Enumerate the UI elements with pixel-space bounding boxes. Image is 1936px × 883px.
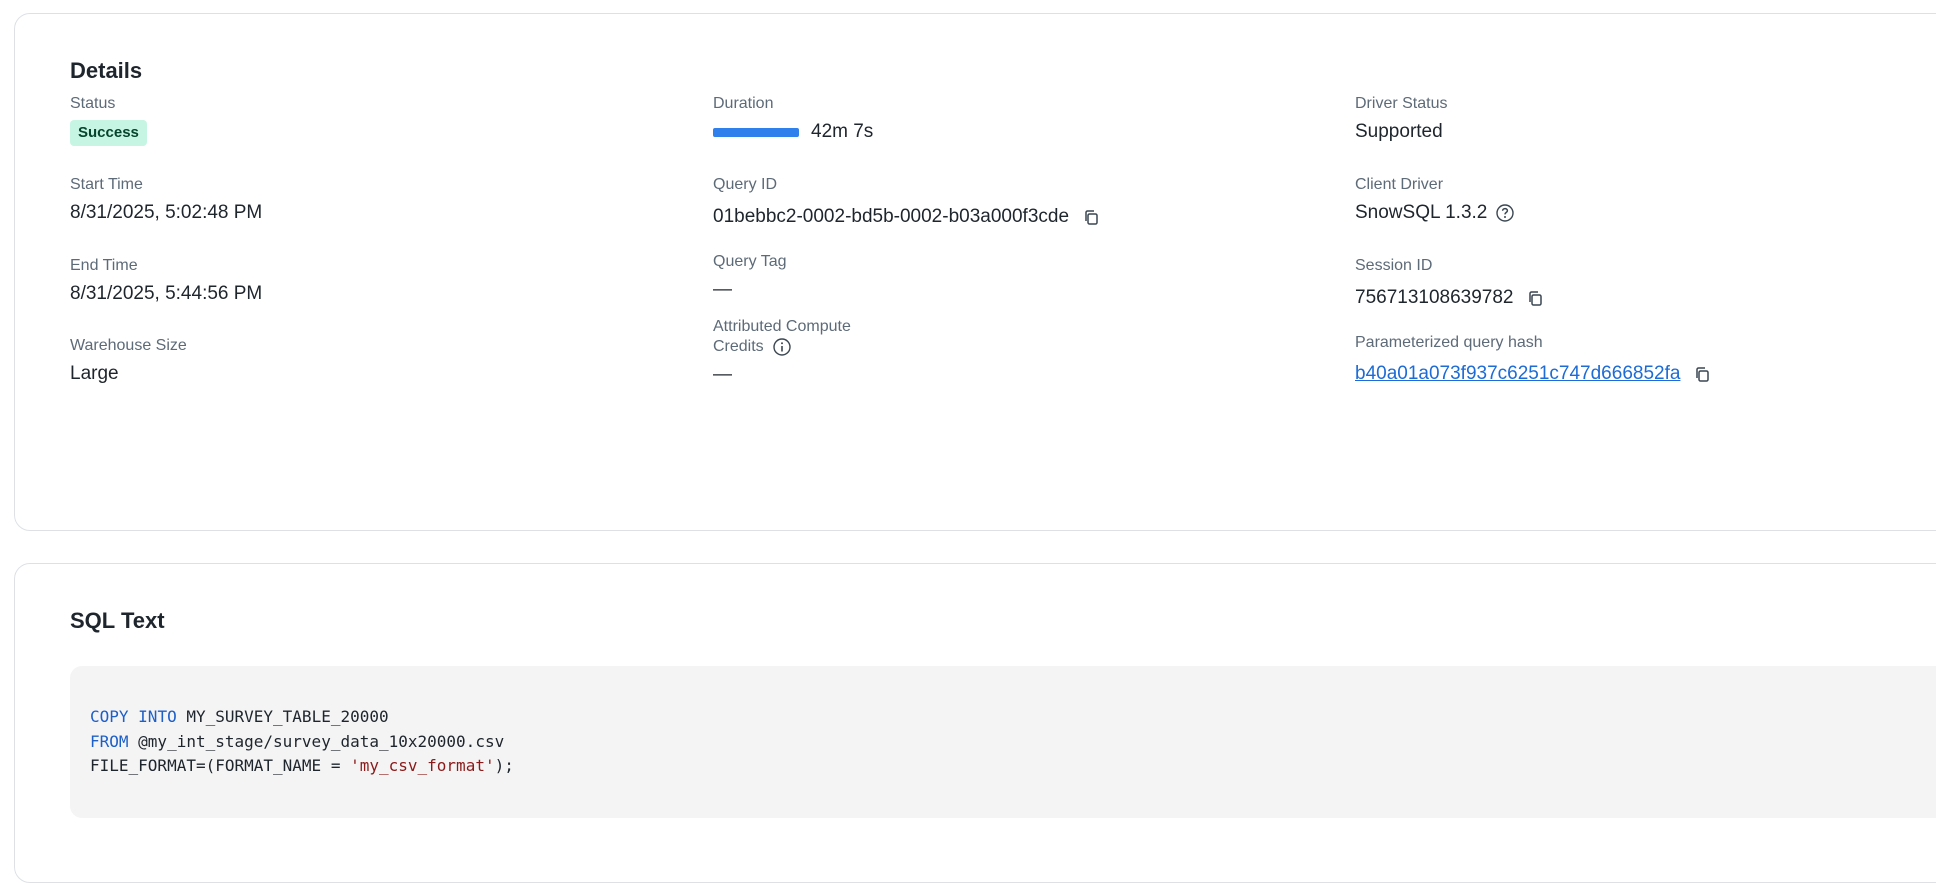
details-title: Details [70, 58, 143, 83]
attributed-credits-field: Attributed Compute Credits — [713, 317, 851, 387]
client-driver-value: SnowSQL 1.3.2 [1355, 202, 1488, 223]
details-card: Details Status Success Start Time 8/31/2… [14, 13, 1936, 531]
query-tag-value: — [713, 279, 732, 300]
driver-status-label: Driver Status [1355, 95, 1448, 112]
sql-code-block[interactable]: COPY INTO MY_SURVEY_TABLE_20000 FROM @my… [70, 666, 1936, 818]
start-time-value: 8/31/2025, 5:02:48 PM [70, 202, 263, 223]
query-id-label: Query ID [713, 176, 778, 193]
end-time-label: End Time [70, 257, 138, 274]
duration-field: Duration 42m 7s [713, 94, 873, 144]
session-id-label: Session ID [1355, 257, 1433, 274]
client-driver-label: Client Driver [1355, 176, 1444, 193]
sql-line-3: FILE_FORMAT=(FORMAT_NAME = 'my_csv_forma… [90, 754, 1936, 779]
sql-line-2: FROM @my_int_stage/survey_data_10x20000.… [90, 730, 1936, 755]
session-id-value: 756713108639782 [1355, 287, 1514, 308]
sql-text: FILE_FORMAT=(FORMAT_NAME = [90, 756, 351, 775]
end-time-value: 8/31/2025, 5:44:56 PM [70, 283, 263, 304]
copy-icon[interactable] [1526, 288, 1546, 308]
session-id-field: Session ID 756713108639782 [1355, 256, 1546, 310]
sql-text: ); [494, 756, 514, 775]
param-hash-label: Parameterized query hash [1355, 334, 1543, 351]
start-time-label: Start Time [70, 176, 143, 193]
help-circle-icon[interactable] [1495, 203, 1515, 223]
start-time-field: Start Time 8/31/2025, 5:02:48 PM [70, 175, 262, 225]
warehouse-size-value: Large [70, 363, 119, 384]
duration-label: Duration [713, 95, 774, 112]
copy-icon[interactable] [1081, 207, 1101, 227]
query-id-value: 01bebbc2-0002-bd5b-0002-b03a000f3cde [713, 206, 1070, 227]
sql-title: SQL Text [70, 608, 165, 633]
sql-keyword: COPY [90, 707, 129, 726]
status-label: Status [70, 95, 116, 112]
warehouse-size-field: Warehouse Size Large [70, 336, 187, 386]
param-hash-field: Parameterized query hash b40a01a073f937c… [1355, 333, 1712, 386]
client-driver-field: Client Driver SnowSQL 1.3.2 [1355, 175, 1515, 225]
sql-line-1: COPY INTO MY_SURVEY_TABLE_20000 [90, 705, 1936, 730]
driver-status-value: Supported [1355, 121, 1443, 142]
sql-card: SQL Text COPY INTO MY_SURVEY_TABLE_20000… [14, 563, 1936, 883]
query-id-field: Query ID 01bebbc2-0002-bd5b-0002-b03a000… [713, 175, 1101, 229]
status-badge: Success [70, 120, 147, 146]
sql-text: @my_int_stage/survey_data_10x20000.csv [128, 731, 505, 751]
param-hash-link[interactable]: b40a01a073f937c6251c747d666852fa [1355, 362, 1680, 386]
sql-keyword: INTO [138, 707, 177, 726]
duration-bar [713, 127, 799, 137]
duration-value: 42m 7s [811, 121, 874, 142]
query-tag-field: Query Tag — [713, 252, 787, 302]
status-field: Status Success [70, 94, 147, 146]
attributed-credits-label-line1: Attributed Compute [713, 318, 851, 335]
attributed-credits-label-line2: Credits [713, 338, 764, 355]
attributed-credits-value: — [713, 364, 732, 385]
sql-text: MY_SURVEY_TABLE_20000 [176, 707, 389, 726]
warehouse-size-label: Warehouse Size [70, 337, 187, 354]
end-time-field: End Time 8/31/2025, 5:44:56 PM [70, 256, 262, 306]
query-tag-label: Query Tag [713, 253, 787, 270]
driver-status-field: Driver Status Supported [1355, 94, 1447, 144]
info-icon[interactable] [772, 337, 792, 357]
sql-keyword: FROM [90, 731, 129, 751]
copy-icon[interactable] [1692, 364, 1712, 384]
sql-string: 'my_csv_format' [350, 756, 495, 775]
